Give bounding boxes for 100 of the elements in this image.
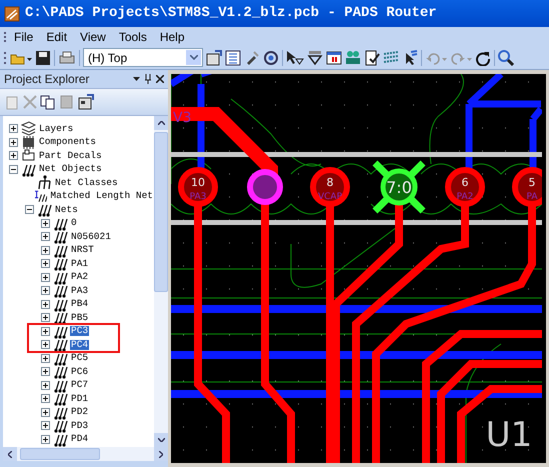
layer-dropdown[interactable]: (H) Top [83, 48, 203, 67]
menu-item[interactable]: Tools [112, 28, 153, 44]
chip-icon [21, 134, 36, 150]
search-icon[interactable] [498, 50, 514, 66]
menu-item[interactable]: File [8, 28, 40, 44]
tree-item[interactable]: PB5 [70, 312, 90, 323]
expand-icon[interactable] [41, 218, 50, 228]
net-class-icon [37, 175, 52, 190]
scroll-right-icon[interactable] [159, 450, 163, 458]
expand-icon[interactable] [41, 367, 50, 376]
tree-item[interactable]: NRST [70, 245, 95, 256]
board-icon[interactable] [345, 50, 361, 66]
expand-icon[interactable] [41, 272, 50, 282]
tree-item[interactable]: PC6 [70, 366, 90, 377]
tree-item[interactable]: Part Decals [38, 150, 103, 161]
window-icon[interactable] [326, 50, 342, 66]
expand-icon[interactable] [41, 246, 50, 255]
net-icon [37, 202, 52, 218]
dropdown-icon[interactable] [133, 76, 140, 82]
pin-number: 8 [326, 176, 334, 189]
net-icon [53, 229, 68, 244]
expand-icon[interactable] [41, 232, 50, 242]
tree-item[interactable]: PA1 [70, 258, 90, 269]
expand-icon[interactable] [41, 286, 50, 296]
collapse-icon[interactable] [25, 205, 34, 214]
close-icon[interactable] [156, 75, 164, 83]
save-icon[interactable] [35, 50, 51, 66]
scroll-thumb[interactable] [20, 448, 100, 460]
expand-icon[interactable] [41, 408, 50, 417]
expand-icon[interactable] [41, 394, 50, 404]
copy-icon[interactable] [40, 94, 56, 110]
net-icon [53, 391, 68, 406]
horizontal-scrollbar[interactable] [3, 447, 168, 461]
pin-icon[interactable] [144, 74, 152, 84]
tree-item[interactable]: PD2 [70, 407, 90, 418]
tree-item[interactable]: Matched Length Net [49, 191, 154, 202]
refresh-icon[interactable] [263, 50, 279, 66]
expand-icon[interactable] [9, 124, 18, 134]
scroll-left-icon[interactable] [8, 450, 12, 458]
tree-item[interactable]: 0 [70, 218, 78, 228]
scroll-up-icon[interactable] [158, 121, 164, 125]
caret-icon [190, 55, 198, 60]
tree-item[interactable]: N056021 [70, 232, 112, 242]
collapse-icon[interactable] [9, 164, 18, 174]
filter-icon[interactable] [307, 50, 323, 66]
reload-icon[interactable] [475, 50, 491, 66]
pin-name: PA [526, 192, 538, 202]
tree-item[interactable]: Layers [38, 124, 74, 134]
tree-item[interactable]: PC4 [70, 340, 90, 350]
expand-icon[interactable] [9, 151, 18, 160]
menu-item[interactable]: Edit [40, 28, 74, 44]
properties-icon[interactable] [206, 50, 222, 66]
layers-icon [21, 121, 36, 136]
pin-number: 10 [191, 176, 205, 189]
tree-item[interactable]: PD4 [70, 434, 90, 444]
list-icon[interactable] [225, 50, 241, 66]
matched-net-icon [35, 188, 48, 204]
select-filter-icon[interactable] [286, 50, 304, 66]
app-icon [4, 6, 20, 22]
net-icon [53, 364, 68, 380]
expand-icon[interactable] [41, 421, 50, 430]
expand-icon[interactable] [41, 313, 50, 322]
tree-item[interactable]: Net Objects [38, 164, 103, 174]
tree-item[interactable]: PB4 [70, 299, 90, 310]
tree-item[interactable]: Net Classes [54, 178, 119, 188]
tree-item[interactable]: PA2 [70, 272, 90, 282]
scroll-down-icon[interactable] [158, 438, 164, 442]
tree-item[interactable]: PD1 [70, 394, 90, 404]
net-icon [53, 310, 68, 326]
tree-item[interactable]: PA3 [70, 286, 90, 296]
pad [178, 167, 218, 207]
net-icon [53, 283, 68, 298]
check-page-icon[interactable] [364, 50, 380, 66]
properties-icon[interactable] [78, 94, 94, 110]
tree-item[interactable]: PD3 [70, 420, 90, 431]
expand-icon[interactable] [41, 259, 50, 268]
grip-icon[interactable] [4, 50, 7, 66]
tree-item[interactable]: Nets [54, 204, 79, 215]
expand-icon[interactable] [9, 138, 18, 147]
component-label: U1 [486, 415, 532, 455]
menu-item[interactable]: Help [154, 28, 191, 44]
expand-icon[interactable] [41, 300, 50, 309]
expand-icon[interactable] [41, 434, 50, 444]
pad [512, 167, 542, 207]
expand-icon[interactable] [41, 340, 50, 350]
tree-item[interactable]: PC7 [70, 380, 90, 390]
pin-number: 7:0 [386, 178, 412, 197]
pad [445, 167, 485, 207]
tree-item[interactable]: PC3 [70, 326, 90, 336]
tree-item[interactable]: Components [38, 137, 98, 148]
menu-item[interactable]: View [74, 28, 112, 44]
expand-icon[interactable] [41, 326, 50, 336]
tree-item[interactable]: PC5 [70, 353, 90, 364]
scroll-thumb[interactable] [154, 132, 168, 292]
vertical-scrollbar[interactable] [154, 116, 168, 447]
expand-icon[interactable] [41, 380, 50, 390]
pin-number: 5 [528, 176, 536, 189]
net-icon [53, 337, 68, 352]
print-icon[interactable] [58, 50, 76, 66]
expand-icon[interactable] [41, 354, 50, 363]
